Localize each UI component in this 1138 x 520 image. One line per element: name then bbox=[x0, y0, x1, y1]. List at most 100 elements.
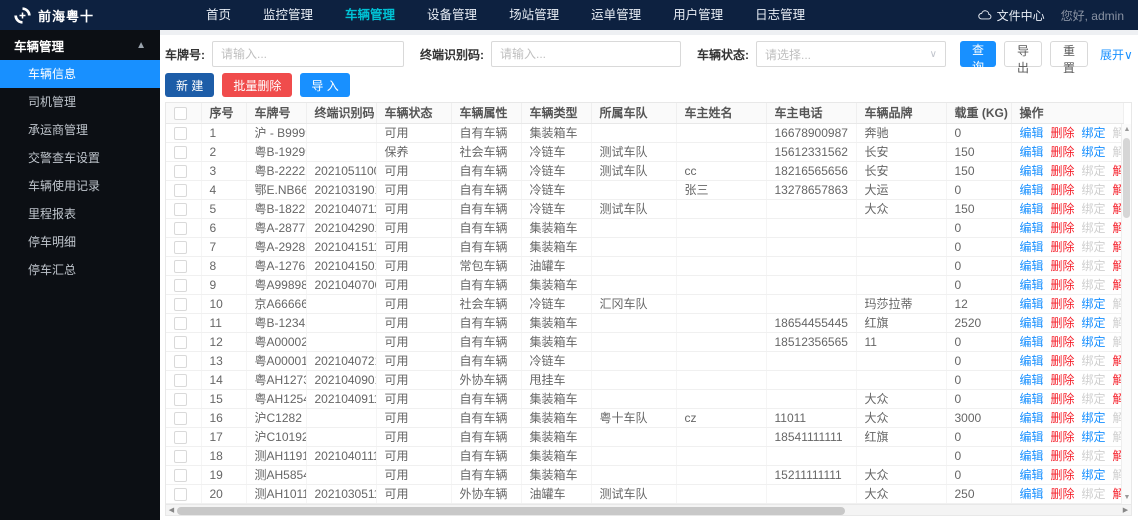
top-menu-item-2[interactable]: 监控管理 bbox=[247, 0, 329, 30]
row-checkbox[interactable] bbox=[174, 202, 187, 216]
bind-link[interactable]: 绑定 bbox=[1082, 411, 1106, 425]
row-checkbox[interactable] bbox=[174, 126, 187, 140]
sidebar-item-5[interactable]: 车辆使用记录 bbox=[0, 172, 160, 200]
edit-link[interactable]: 编辑 bbox=[1020, 449, 1044, 463]
bind-link[interactable]: 绑定 bbox=[1082, 354, 1106, 368]
edit-link[interactable]: 编辑 bbox=[1020, 183, 1044, 197]
row-checkbox[interactable] bbox=[174, 183, 187, 197]
top-menu-item-4[interactable]: 设备管理 bbox=[411, 0, 493, 30]
delete-link[interactable]: 删除 bbox=[1051, 430, 1075, 444]
scroll-up-icon[interactable]: ▲ bbox=[1122, 124, 1132, 136]
bind-link[interactable]: 绑定 bbox=[1082, 316, 1106, 330]
delete-link[interactable]: 删除 bbox=[1051, 126, 1075, 140]
edit-link[interactable]: 编辑 bbox=[1020, 487, 1044, 501]
bind-link[interactable]: 绑定 bbox=[1082, 278, 1106, 292]
expand-link[interactable]: 展开∨ bbox=[1100, 46, 1133, 63]
top-menu-item-5[interactable]: 场站管理 bbox=[493, 0, 575, 30]
top-menu-item-6[interactable]: 运单管理 bbox=[575, 0, 657, 30]
row-checkbox[interactable] bbox=[174, 297, 187, 311]
sidebar-item-4[interactable]: 交警查车设置 bbox=[0, 144, 160, 172]
delete-link[interactable]: 删除 bbox=[1051, 202, 1075, 216]
delete-link[interactable]: 删除 bbox=[1051, 278, 1075, 292]
bind-link[interactable]: 绑定 bbox=[1082, 164, 1106, 178]
edit-link[interactable]: 编辑 bbox=[1020, 221, 1044, 235]
delete-link[interactable]: 删除 bbox=[1051, 240, 1075, 254]
row-checkbox[interactable] bbox=[174, 221, 187, 235]
row-checkbox[interactable] bbox=[174, 335, 187, 349]
search-button[interactable]: 查 询 bbox=[960, 41, 997, 74]
bind-link[interactable]: 绑定 bbox=[1082, 335, 1106, 349]
edit-link[interactable]: 编辑 bbox=[1020, 145, 1044, 159]
scroll-right-icon[interactable]: ▶ bbox=[1120, 505, 1131, 517]
sidebar-item-6[interactable]: 里程报表 bbox=[0, 200, 160, 228]
sidebar-item-7[interactable]: 停车明细 bbox=[0, 228, 160, 256]
delete-link[interactable]: 删除 bbox=[1051, 373, 1075, 387]
row-checkbox[interactable] bbox=[174, 411, 187, 425]
bind-link[interactable]: 绑定 bbox=[1082, 145, 1106, 159]
delete-link[interactable]: 删除 bbox=[1051, 354, 1075, 368]
row-checkbox[interactable] bbox=[174, 145, 187, 159]
bind-link[interactable]: 绑定 bbox=[1082, 373, 1106, 387]
sidebar-item-2[interactable]: 司机管理 bbox=[0, 88, 160, 116]
edit-link[interactable]: 编辑 bbox=[1020, 335, 1044, 349]
bind-link[interactable]: 绑定 bbox=[1082, 126, 1106, 140]
bind-link[interactable]: 绑定 bbox=[1082, 221, 1106, 235]
select-all-checkbox[interactable] bbox=[174, 106, 187, 120]
row-checkbox[interactable] bbox=[174, 164, 187, 178]
row-checkbox[interactable] bbox=[174, 392, 187, 406]
import-button[interactable]: 导 入 bbox=[300, 73, 350, 97]
delete-link[interactable]: 删除 bbox=[1051, 411, 1075, 425]
row-checkbox[interactable] bbox=[174, 430, 187, 444]
vertical-scrollbar[interactable]: ▲ ▼ bbox=[1121, 124, 1131, 504]
bind-link[interactable]: 绑定 bbox=[1082, 259, 1106, 273]
row-checkbox[interactable] bbox=[174, 278, 187, 292]
row-checkbox[interactable] bbox=[174, 240, 187, 254]
edit-link[interactable]: 编辑 bbox=[1020, 430, 1044, 444]
edit-link[interactable]: 编辑 bbox=[1020, 373, 1044, 387]
bind-link[interactable]: 绑定 bbox=[1082, 392, 1106, 406]
edit-link[interactable]: 编辑 bbox=[1020, 354, 1044, 368]
delete-link[interactable]: 删除 bbox=[1051, 316, 1075, 330]
delete-link[interactable]: 删除 bbox=[1051, 221, 1075, 235]
brand[interactable]: 前海粤十 bbox=[0, 6, 170, 25]
scroll-down-icon[interactable]: ▼ bbox=[1122, 492, 1132, 504]
row-checkbox[interactable] bbox=[174, 373, 187, 387]
delete-link[interactable]: 删除 bbox=[1051, 392, 1075, 406]
reset-button[interactable]: 重 置 bbox=[1050, 41, 1089, 75]
bind-link[interactable]: 绑定 bbox=[1082, 449, 1106, 463]
delete-link[interactable]: 删除 bbox=[1051, 183, 1075, 197]
top-menu-item-7[interactable]: 用户管理 bbox=[657, 0, 739, 30]
edit-link[interactable]: 编辑 bbox=[1020, 278, 1044, 292]
vehicle-status-select[interactable]: 请选择... ∨ bbox=[756, 41, 946, 67]
delete-link[interactable]: 删除 bbox=[1051, 449, 1075, 463]
plate-input[interactable] bbox=[212, 41, 404, 67]
edit-link[interactable]: 编辑 bbox=[1020, 240, 1044, 254]
bind-link[interactable]: 绑定 bbox=[1082, 430, 1106, 444]
edit-link[interactable]: 编辑 bbox=[1020, 126, 1044, 140]
delete-link[interactable]: 删除 bbox=[1051, 145, 1075, 159]
bind-link[interactable]: 绑定 bbox=[1082, 183, 1106, 197]
row-checkbox[interactable] bbox=[174, 468, 187, 482]
edit-link[interactable]: 编辑 bbox=[1020, 259, 1044, 273]
edit-link[interactable]: 编辑 bbox=[1020, 316, 1044, 330]
bind-link[interactable]: 绑定 bbox=[1082, 202, 1106, 216]
horizontal-scroll-thumb[interactable] bbox=[177, 506, 845, 515]
new-button[interactable]: 新 建 bbox=[165, 73, 215, 97]
edit-link[interactable]: 编辑 bbox=[1020, 392, 1044, 406]
terminal-input[interactable] bbox=[491, 41, 681, 67]
export-button[interactable]: 导 出 bbox=[1004, 41, 1043, 75]
top-menu-item-1[interactable]: 首页 bbox=[190, 0, 247, 30]
file-center-link[interactable]: 文件中心 bbox=[977, 7, 1045, 24]
delete-link[interactable]: 删除 bbox=[1051, 164, 1075, 178]
row-checkbox[interactable] bbox=[174, 316, 187, 330]
bind-link[interactable]: 绑定 bbox=[1082, 487, 1106, 501]
scroll-left-icon[interactable]: ◀ bbox=[166, 505, 177, 517]
edit-link[interactable]: 编辑 bbox=[1020, 468, 1044, 482]
vertical-scroll-thumb[interactable] bbox=[1123, 138, 1130, 218]
edit-link[interactable]: 编辑 bbox=[1020, 164, 1044, 178]
delete-link[interactable]: 删除 bbox=[1051, 487, 1075, 501]
edit-link[interactable]: 编辑 bbox=[1020, 202, 1044, 216]
user-greeting[interactable]: 您好, admin bbox=[1061, 7, 1124, 24]
edit-link[interactable]: 编辑 bbox=[1020, 411, 1044, 425]
sidebar-item-3[interactable]: 承运商管理 bbox=[0, 116, 160, 144]
